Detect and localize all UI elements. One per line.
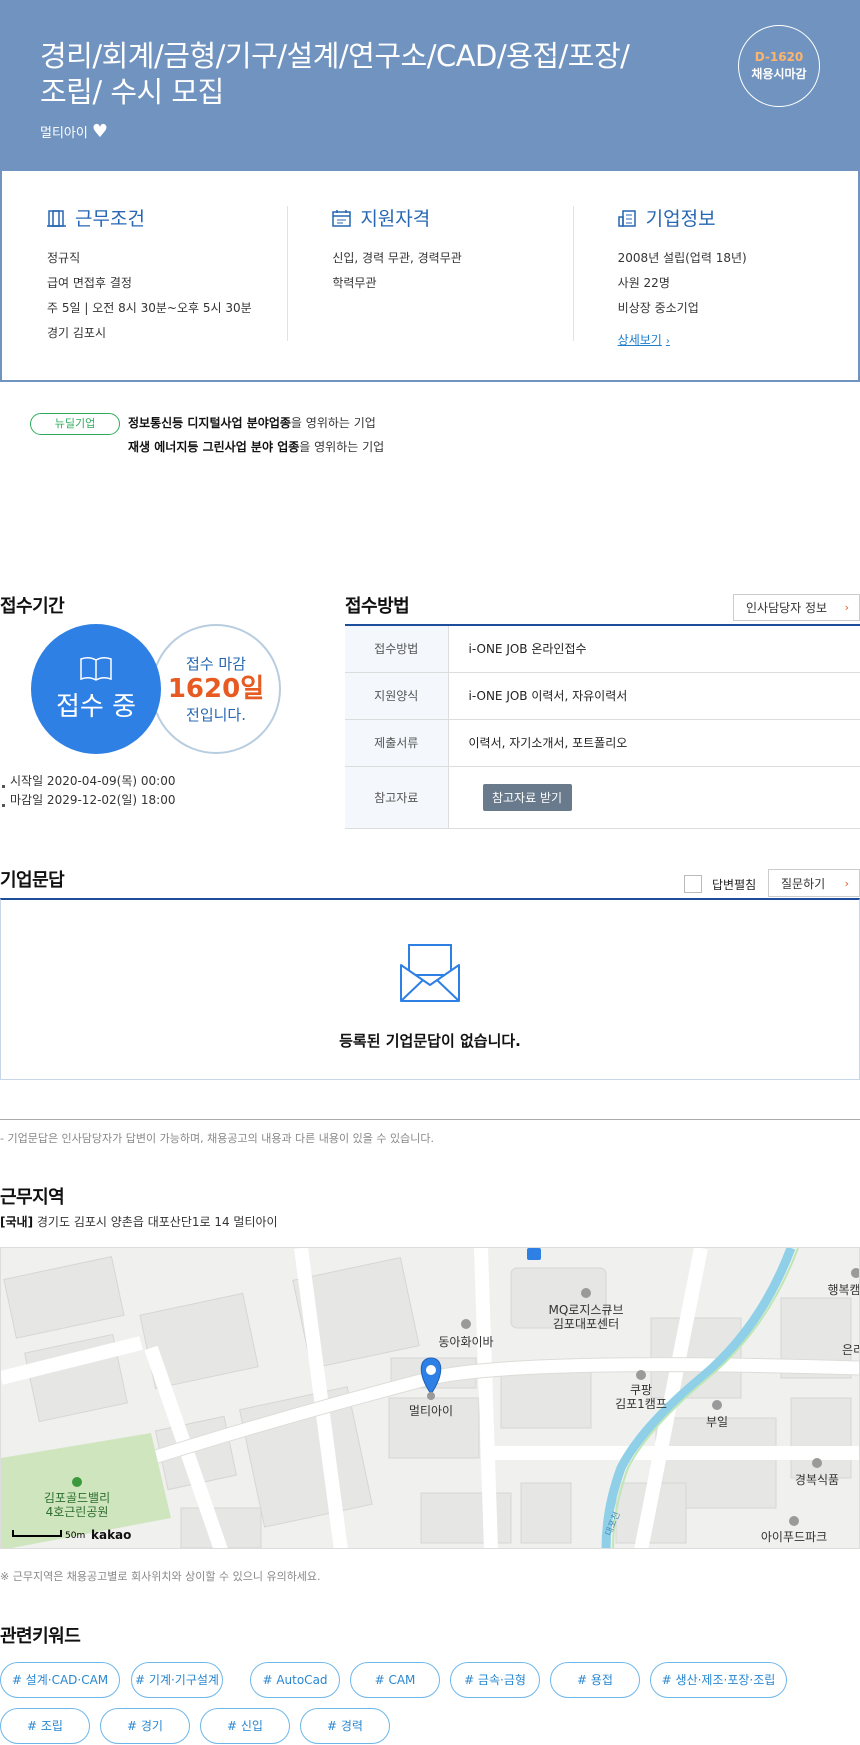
svg-text:아이푸드파크: 아이푸드파크 [761,1530,827,1544]
founded-year: 2008년 설립(업력 18년) [617,251,747,265]
door-icon [47,209,66,227]
svg-text:김포대포센터: 김포대포센터 [553,1317,619,1331]
calendar-icon [332,209,352,227]
employment-type: 정규직 [47,251,81,265]
qualifications-heading: 지원자격 [332,204,572,231]
svg-text:부일: 부일 [706,1415,728,1429]
company-type: 비상장 중소기업 [617,301,699,315]
qa-title: 기업문답 [0,870,65,891]
period-title: 접수기간 [0,596,65,617]
status-text: 접수 중 [55,691,137,722]
keyword-tag[interactable]: # 설계·CAD·CAM [0,1662,120,1698]
company-info: 기업정보 2008년 설립(업력 18년) 사원 22명 비상장 중소기업 상세… [572,171,858,380]
end-date: 마감일 2029-12-02(일) 18:00 [0,791,175,810]
location-title: 근무지역 [0,1187,65,1208]
heart-icon[interactable]: ♥ [92,122,108,141]
keyword-tag[interactable]: # 경기 [100,1708,190,1744]
keyword-tag[interactable]: # 경력 [300,1708,390,1744]
deadline-suffix: 전입니다. [186,706,246,724]
salary: 급여 면접후 결정 [47,276,132,290]
keyword-tag[interactable]: # AutoCad [250,1662,340,1698]
address: [국내] 경기도 김포시 양촌읍 대포산단1로 14 멀티아이 [0,1215,278,1229]
location-note: ※ 근무지역은 채용공고별로 회사위치와 상이할 수 있으니 유의하세요. [0,1570,321,1583]
svg-text:kakao: kakao [91,1528,131,1542]
chevron-right-icon: › [844,876,849,890]
deadline-label: 접수 마감 [186,655,246,673]
svg-text:4호근린공원: 4호근린공원 [46,1505,109,1519]
divider [0,1119,860,1120]
bus-stop-icon [527,1248,541,1260]
deadline-circle: 접수 마감 1620일 전입니다. [151,624,281,754]
envelope-icon [400,944,460,1002]
download-reference-button[interactable]: 참고자료 받기 [482,783,572,811]
education-requirement: 학력무관 [332,276,377,290]
work-conditions: 근무조건 정규직 급여 면접후 결정 주 5일 | 오전 8시 30분~오후 5… [2,171,287,380]
keyword-tag[interactable]: # 기계·기구설계 [131,1662,223,1698]
work-hours: 주 5일 | 오전 8시 30분~오후 5시 30분 [47,301,252,315]
qualifications: 지원자격 신입, 경력 무관, 경력무관 학력무관 [287,171,572,380]
summary-info-box: 근무조건 정규직 급여 면접후 결정 주 5일 | 오전 8시 30분~오후 5… [0,171,860,382]
method-title: 접수방법 [345,596,410,617]
keywords-title: 관련키워드 [0,1626,81,1647]
company-detail-link[interactable]: 상세보기 › [618,331,670,348]
building-icon [617,209,636,227]
chevron-right-icon: › [665,336,670,347]
method-table: 접수방법 i-ONE JOB 온라인접수 지원양식 i-ONE JOB 이력서, 자… [345,624,860,829]
map[interactable]: 대포천 MQ로지스큐브 김포대포센터 동아화이바 쿠팡 김포1캠프 부일 행복캠… [0,1247,860,1549]
career-requirement: 신입, 경력 무관, 경력무관 [332,251,462,265]
company-name[interactable]: 멀티아이 [40,122,88,141]
work-conditions-heading: 근무조건 [47,204,287,231]
keyword-tag[interactable]: # 금속·금형 [450,1662,540,1698]
period-dates: 시작일 2020-04-09(목) 00:00 마감일 2029-12-02(일… [0,772,175,810]
hr-contact-button[interactable]: 인사담당자 정보 › [733,594,860,621]
chevron-right-icon: › [844,601,849,614]
keyword-tag[interactable]: # 신입 [200,1708,290,1744]
new-deal-line-2: 재생 에너지등 그린사업 분야 업종을 영위하는 기업 [128,440,385,454]
expand-answers-checkbox[interactable] [684,875,702,893]
job-title: 경리/회계/금형/기구/설계/연구소/CAD/용접/포장/ 조립/ 수시 모집 [40,39,630,109]
svg-text:50m: 50m [65,1531,85,1541]
dday-label: 채용시마감 [751,67,807,81]
svg-text:멀티아이: 멀티아이 [409,1404,453,1418]
qa-note: - 기업문답은 인사담당자가 답변이 가능하며, 채용공고의 내용과 다른 내용… [0,1132,434,1145]
svg-text:경복식품: 경복식품 [795,1473,839,1487]
company-name-row: 멀티아이 ♥ [40,122,108,141]
qa-empty-message: 등록된 기업문답이 없습니다. [339,1032,521,1050]
svg-text:김포골드밸리: 김포골드밸리 [44,1491,110,1505]
keyword-tag[interactable]: # CAM [350,1662,440,1698]
svg-text:MQ로지스큐브: MQ로지스큐브 [549,1303,624,1317]
start-date: 시작일 2020-04-09(목) 00:00 [0,772,175,791]
table-row: 참고자료 참고자료 받기 [345,766,860,829]
table-row: 지원양식 i-ONE JOB 이력서, 자유이력서 [345,672,860,720]
employee-count: 사원 22명 [617,276,670,290]
new-deal-line-1: 정보통신등 디지털사업 분야업종을 영위하는 기업 [128,416,376,430]
keyword-tag[interactable]: # 생산·제조·포장·조립 [650,1662,787,1698]
svg-text:은리: 은리 [842,1343,860,1357]
keyword-tag[interactable]: # 용접 [550,1662,640,1698]
dday-count: D-1620 [754,50,804,64]
map-canvas[interactable]: 대포천 MQ로지스큐브 김포대포센터 동아화이바 쿠팡 김포1캠프 부일 행복캠… [1,1248,860,1549]
expand-answers-label[interactable]: 답변펼침 [712,876,756,893]
open-book-icon [80,656,112,681]
ask-question-button[interactable]: 질문하기 › [768,869,860,897]
work-location: 경기 김포시 [47,326,107,340]
table-row: 접수방법 i-ONE JOB 온라인접수 [345,625,860,673]
company-info-heading: 기업정보 [617,204,858,231]
svg-text:쿠팡: 쿠팡 [630,1383,652,1397]
status-circle: 접수 중 [31,624,161,754]
dday-badge: D-1620 채용시마감 [738,25,820,107]
qa-list [0,898,860,1080]
table-row: 제출서류 이력서, 자기소개서, 포트폴리오 [345,719,860,767]
deadline-days: 1620일 [167,674,265,704]
svg-text:행복캠: 행복캠 [827,1282,860,1297]
new-deal-badge: 뉴딜기업 [30,413,120,435]
svg-text:동아화이바: 동아화이바 [438,1335,493,1349]
svg-text:김포1캠프: 김포1캠프 [615,1397,667,1411]
job-header: 경리/회계/금형/기구/설계/연구소/CAD/용접/포장/ 조립/ 수시 모집 … [0,0,860,172]
keyword-tag[interactable]: # 조립 [0,1708,90,1744]
